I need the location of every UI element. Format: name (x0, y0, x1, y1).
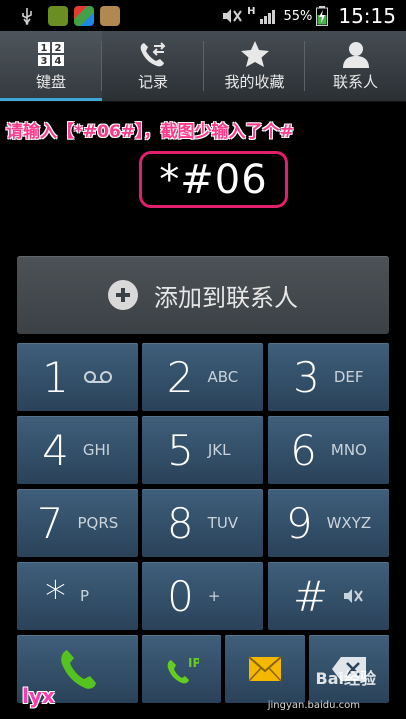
key-digit: 0 (167, 571, 194, 621)
key-letters: WXYZ (326, 514, 372, 532)
key-star[interactable]: * P (17, 562, 138, 630)
voicemail-icon (83, 370, 113, 384)
key-9[interactable]: 9 WXYZ (268, 489, 389, 557)
tab-label: 记录 (137, 73, 168, 91)
app-notification-icon (48, 6, 68, 26)
tab-label: 联系人 (332, 73, 378, 91)
tab-call-log[interactable]: 记录 (102, 31, 204, 101)
key-letters: JKL (207, 441, 231, 459)
key-0[interactable]: 0 + (142, 562, 263, 630)
network-type: H (247, 6, 256, 17)
dialed-number: *#06 (159, 156, 268, 203)
key-digit: * (45, 571, 66, 621)
battery-charging-icon (316, 6, 329, 26)
add-to-contacts-button[interactable]: 添加到联系人 (17, 256, 389, 334)
key-letters: + (207, 587, 221, 605)
mute-icon (342, 588, 364, 604)
status-bar: H 55% 15:15 (0, 0, 406, 31)
star-icon (240, 40, 270, 68)
usb-icon (22, 8, 32, 25)
watermark-logo: Bai经验 (315, 669, 376, 688)
key-letters: P (80, 587, 90, 605)
key-1[interactable]: 1 (17, 343, 138, 411)
call-log-icon (138, 40, 168, 68)
svg-text:1: 1 (41, 43, 48, 54)
key-3[interactable]: 3 DEF (268, 343, 389, 411)
key-2[interactable]: 2 ABC (142, 343, 263, 411)
key-digit: 6 (290, 425, 317, 475)
key-digit: 3 (293, 352, 320, 402)
dialed-number-field[interactable]: *#06 (139, 151, 288, 208)
author-signature: lyx (22, 684, 55, 708)
annotation-text: 请输入【*#06#】，截图少输入了个# (6, 122, 294, 142)
key-8[interactable]: 8 TUV (142, 489, 263, 557)
watermark-url: jingyan.baidu.com (267, 700, 360, 711)
plus-circle-icon (108, 280, 138, 310)
tab-favorites[interactable]: 我的收藏 (204, 31, 305, 101)
key-hash[interactable]: # (268, 562, 389, 630)
person-icon (341, 40, 371, 68)
tab-bar: 1 2 3 4 键盘 记录 我的收藏 联系人 (0, 31, 406, 102)
ip-call-icon: IP (167, 656, 199, 684)
key-letters: DEF (333, 368, 364, 386)
key-7[interactable]: 7 PQRS (17, 489, 138, 557)
key-letters: ABC (207, 368, 239, 386)
mute-icon (223, 9, 242, 23)
key-digit: 8 (166, 498, 194, 548)
app-notification-icon (100, 6, 120, 26)
key-digit: 9 (285, 498, 313, 548)
add-to-contacts-label: 添加到联系人 (154, 283, 298, 312)
app-notification-icon (74, 6, 94, 26)
svg-text:2: 2 (55, 43, 62, 54)
message-button[interactable] (225, 635, 305, 703)
key-5[interactable]: 5 JKL (142, 416, 263, 484)
key-digit: 5 (167, 425, 194, 475)
svg-text:3: 3 (41, 56, 48, 67)
key-4[interactable]: 4 GHI (17, 416, 138, 484)
key-6[interactable]: 6 MNO (268, 416, 389, 484)
key-digit: 7 (36, 498, 64, 548)
tab-keypad[interactable]: 1 2 3 4 键盘 (0, 31, 102, 101)
tab-label: 键盘 (35, 73, 66, 91)
svg-text:IP: IP (188, 656, 199, 670)
battery-percent: 55% (283, 8, 313, 24)
key-digit: 4 (42, 425, 69, 475)
phone-icon (60, 650, 96, 689)
signal-icon (260, 10, 276, 24)
envelope-icon (248, 656, 282, 682)
key-letters: GHI (82, 441, 111, 459)
tab-contacts[interactable]: 联系人 (305, 31, 406, 101)
tab-label: 我的收藏 (224, 73, 285, 91)
key-digit: 2 (166, 352, 194, 402)
key-digit: # (292, 571, 329, 621)
key-letters: TUV (207, 514, 239, 532)
key-letters: PQRS (77, 514, 119, 532)
key-digit: 1 (42, 352, 69, 402)
svg-text:4: 4 (55, 56, 62, 67)
ip-call-button[interactable]: IP (142, 635, 221, 703)
key-letters: MNO (330, 441, 367, 459)
keypad-icon: 1 2 3 4 (36, 40, 66, 68)
clock: 15:15 (338, 4, 396, 28)
